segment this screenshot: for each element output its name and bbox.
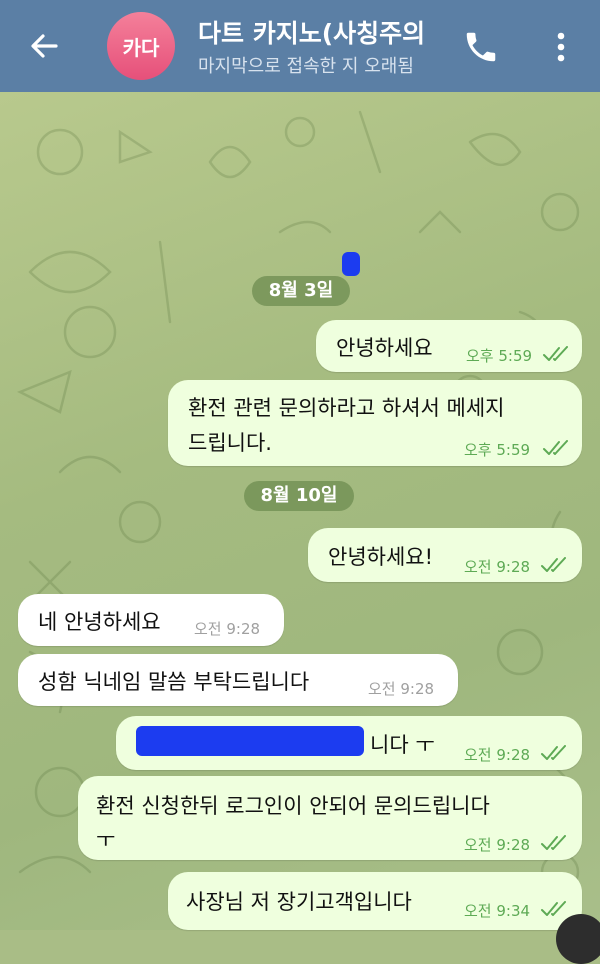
- double-check-icon: [541, 835, 566, 850]
- phone-icon[interactable]: [462, 28, 500, 66]
- message-time: 오후 5:59: [464, 441, 531, 459]
- more-vert-icon[interactable]: [548, 28, 574, 66]
- message-time: 오전 9:28: [194, 620, 261, 638]
- message-time: 오전 9:28: [464, 746, 531, 764]
- double-check-icon: [541, 745, 566, 760]
- chat-header: 카다 다트 카지노(사칭주의 마지막으로 접속한 지 오래됨: [0, 0, 600, 92]
- message-bubble-outgoing[interactable]: 안녕하세요 오후 5:59: [316, 320, 582, 372]
- message-text: 성함 닉네임 말씀 부탁드립니다: [38, 670, 310, 694]
- message-bubble-outgoing[interactable]: 사장님 저 장기고객입니다 오전 9:34: [168, 872, 582, 930]
- double-check-icon: [541, 557, 566, 572]
- message-bubble-incoming[interactable]: 성함 닉네임 말씀 부탁드립니다 오전 9:28: [18, 654, 458, 706]
- message-text: 니다 ㅜ: [370, 733, 435, 757]
- redaction-mark: [342, 252, 360, 276]
- message-bubble-outgoing[interactable]: 환전 신청한뒤 로그인이 안되어 문의드립니다 ㅜ 오전 9:28: [78, 776, 582, 860]
- message-bubble-outgoing[interactable]: 안녕하세요! 오전 9:28: [308, 528, 582, 582]
- redaction-mark: [136, 726, 364, 756]
- date-separator: 8월 3일: [252, 276, 350, 306]
- date-separator: 8월 10일: [244, 481, 354, 511]
- message-bubble-outgoing[interactable]: 니다 ㅜ 오전 9:28: [116, 716, 582, 770]
- message-text-line: 환전 관련 문의하라고 하셔서 메세지: [188, 396, 505, 420]
- double-check-icon: [543, 346, 568, 361]
- message-text: 안녕하세요: [336, 336, 433, 360]
- message-time: 오전 9:34: [464, 902, 531, 920]
- message-text: 안녕하세요!: [328, 545, 434, 569]
- message-bubble-outgoing[interactable]: 환전 관련 문의하라고 하셔서 메세지 드립니다. 오후 5:59: [168, 380, 582, 466]
- message-text-line: ㅜ: [96, 828, 116, 852]
- message-time: 오전 9:28: [464, 558, 531, 576]
- double-check-icon: [543, 440, 568, 455]
- message-time: 오후 5:59: [466, 347, 533, 365]
- message-text-line: 환전 신청한뒤 로그인이 안되어 문의드립니다: [96, 794, 490, 818]
- message-bubble-incoming[interactable]: 네 안녕하세요 오전 9:28: [18, 594, 284, 646]
- arrow-left-icon[interactable]: [24, 26, 64, 66]
- message-text-line: 드립니다.: [188, 431, 272, 455]
- message-text: 네 안녕하세요: [38, 610, 161, 634]
- message-time: 오전 9:28: [464, 836, 531, 854]
- message-time: 오전 9:28: [368, 680, 435, 698]
- chat-title[interactable]: 다트 카지노(사칭주의: [198, 14, 448, 48]
- last-seen-status: 마지막으로 접속한 지 오래됨: [198, 56, 414, 77]
- scroll-down-button[interactable]: [556, 914, 600, 964]
- double-check-icon: [541, 901, 566, 916]
- message-text: 사장님 저 장기고객입니다: [186, 890, 412, 914]
- avatar[interactable]: 카다: [107, 12, 175, 80]
